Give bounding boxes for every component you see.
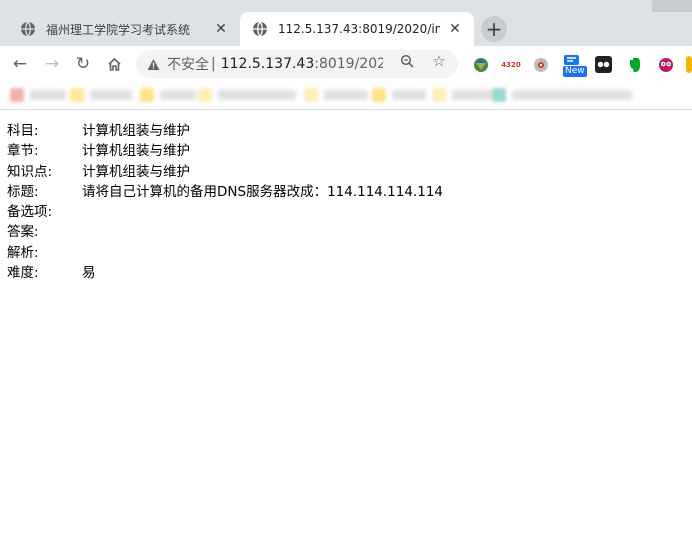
black-cat-extension-icon[interactable]	[595, 56, 612, 73]
analysis-row: 解析:	[7, 243, 692, 263]
mask-glyph	[658, 57, 673, 72]
title-value: 请将自己计算机的备用DNS服务器改成：114.114.114.114	[82, 183, 444, 200]
knowledge-point-row: 知识点: 计算机组装与维护	[7, 162, 692, 182]
globe-icon	[21, 21, 35, 37]
bookmark-favicon	[198, 88, 212, 102]
bookmark-item[interactable]	[432, 88, 492, 102]
tab-title: 112.5.137.43:8019/2020/index.	[278, 22, 440, 36]
bookmark-label-blurred	[90, 90, 132, 100]
subject-label: 科目:	[7, 123, 39, 139]
title-row: 标题: 请将自己计算机的备用DNS服务器改成：114.114.114.114	[7, 182, 692, 202]
bookmark-favicon	[140, 88, 154, 102]
question-detail: 科目: 计算机组装与维护 章节: 计算机组装与维护 知识点: 计算机组装与维护 …	[0, 112, 692, 283]
chapter-value: 计算机组装与维护	[82, 143, 190, 160]
bookmark-item[interactable]	[10, 88, 66, 102]
bookmark-favicon	[492, 88, 506, 102]
magnifier-glyph	[400, 54, 414, 68]
security-label: 不安全	[167, 57, 209, 73]
knowledge-point-label: 知识点:	[7, 163, 53, 180]
options-row: 备选项:	[7, 202, 692, 222]
back-arrow-icon[interactable]: ←	[7, 51, 33, 77]
evernote-extension-icon[interactable]	[626, 56, 643, 73]
tab-title: 福州理工学院学习考试系统	[46, 22, 191, 37]
options-value	[82, 202, 692, 222]
4320-extension-icon[interactable]: 4320	[501, 56, 521, 73]
gray-disc-extension-icon[interactable]	[532, 56, 549, 73]
eyes-glyph	[597, 61, 610, 68]
doc-glyph	[564, 55, 579, 65]
window-frame-edge	[652, 0, 692, 12]
bookmark-favicon	[432, 88, 446, 102]
bookmark-favicon	[304, 88, 318, 102]
green-gem-extension-icon[interactable]	[472, 56, 489, 73]
close-tab-icon[interactable]: ✕	[212, 20, 230, 38]
url-path: :8019/202...	[314, 56, 383, 72]
bookmark-item[interactable]	[492, 88, 632, 102]
bookmark-label-blurred	[452, 90, 492, 100]
bookmark-label-blurred	[512, 90, 632, 100]
difficulty-label: 难度:	[7, 265, 39, 282]
subject-row: 科目: 计算机组装与维护	[7, 121, 692, 141]
tab-exam-system[interactable]: 福州理工学院学习考试系统 ✕	[8, 12, 240, 46]
bookmark-label-blurred	[30, 90, 66, 100]
title-label: 标题:	[7, 183, 39, 200]
options-label: 备选项:	[7, 204, 53, 221]
subject-value: 计算机组装与维护	[82, 123, 190, 139]
home-glyph	[107, 57, 121, 71]
bookmark-label-blurred	[160, 90, 196, 100]
elephant-glyph	[630, 57, 640, 72]
bookmark-item[interactable]	[372, 88, 426, 102]
mask-extension-icon[interactable]	[657, 56, 674, 73]
chapter-label: 章节:	[7, 143, 39, 160]
globe-icon	[253, 21, 267, 37]
bookmark-item[interactable]	[304, 88, 368, 102]
tab-strip: 福州理工学院学习考试系统 ✕ 112.5.137.43:8019/2020/in…	[0, 0, 692, 46]
bookmark-favicon	[10, 88, 24, 102]
bookmark-label-blurred	[218, 90, 296, 100]
chapter-row: 章节: 计算机组装与维护	[7, 141, 692, 161]
new-badge: New	[563, 66, 587, 77]
security-separator: |	[211, 56, 216, 72]
difficulty-row: 难度: 易	[7, 263, 692, 283]
green-gem-glyph	[473, 57, 488, 72]
bookmark-item[interactable]	[140, 88, 196, 102]
forward-arrow-icon[interactable]: →	[39, 51, 65, 77]
answer-row: 答案:	[7, 222, 692, 242]
knowledge-point-value: 计算机组装与维护	[82, 163, 190, 180]
bookmark-favicon	[70, 88, 84, 102]
bookmark-label-blurred	[392, 90, 426, 100]
close-tab-icon[interactable]: ✕	[446, 20, 464, 38]
url-host: 112.5.137.43	[220, 56, 315, 72]
new-badge-extension-icon[interactable]: New	[563, 55, 587, 77]
answer-label: 答案:	[7, 224, 39, 241]
zoom-icon[interactable]	[398, 52, 416, 70]
bookmark-item[interactable]	[70, 88, 132, 102]
bookmarks-bar	[0, 82, 692, 110]
new-tab-button[interactable]: +	[481, 16, 507, 42]
disc-glyph	[533, 57, 548, 72]
answer-value	[82, 222, 692, 242]
bookmark-favicon	[372, 88, 386, 102]
tab-current-page[interactable]: 112.5.137.43:8019/2020/index. ✕	[240, 12, 474, 46]
reload-icon[interactable]: ↻	[70, 51, 96, 77]
bookmark-star-icon[interactable]: ☆	[430, 52, 448, 70]
home-icon[interactable]	[101, 51, 127, 77]
bookmark-label-blurred	[324, 90, 368, 100]
warning-triangle-icon	[147, 58, 160, 70]
url-text: 112.5.137.43:8019/202...	[221, 56, 383, 72]
analysis-label: 解析:	[7, 244, 39, 261]
bookmark-item[interactable]	[198, 88, 296, 102]
partial-extension-icon[interactable]	[686, 56, 692, 73]
browser-toolbar: ← → ↻ 不安全 | 112.5.137.43:8019/202... ☆ 4…	[0, 46, 692, 82]
difficulty-value: 易	[82, 265, 96, 282]
analysis-value	[82, 243, 692, 263]
